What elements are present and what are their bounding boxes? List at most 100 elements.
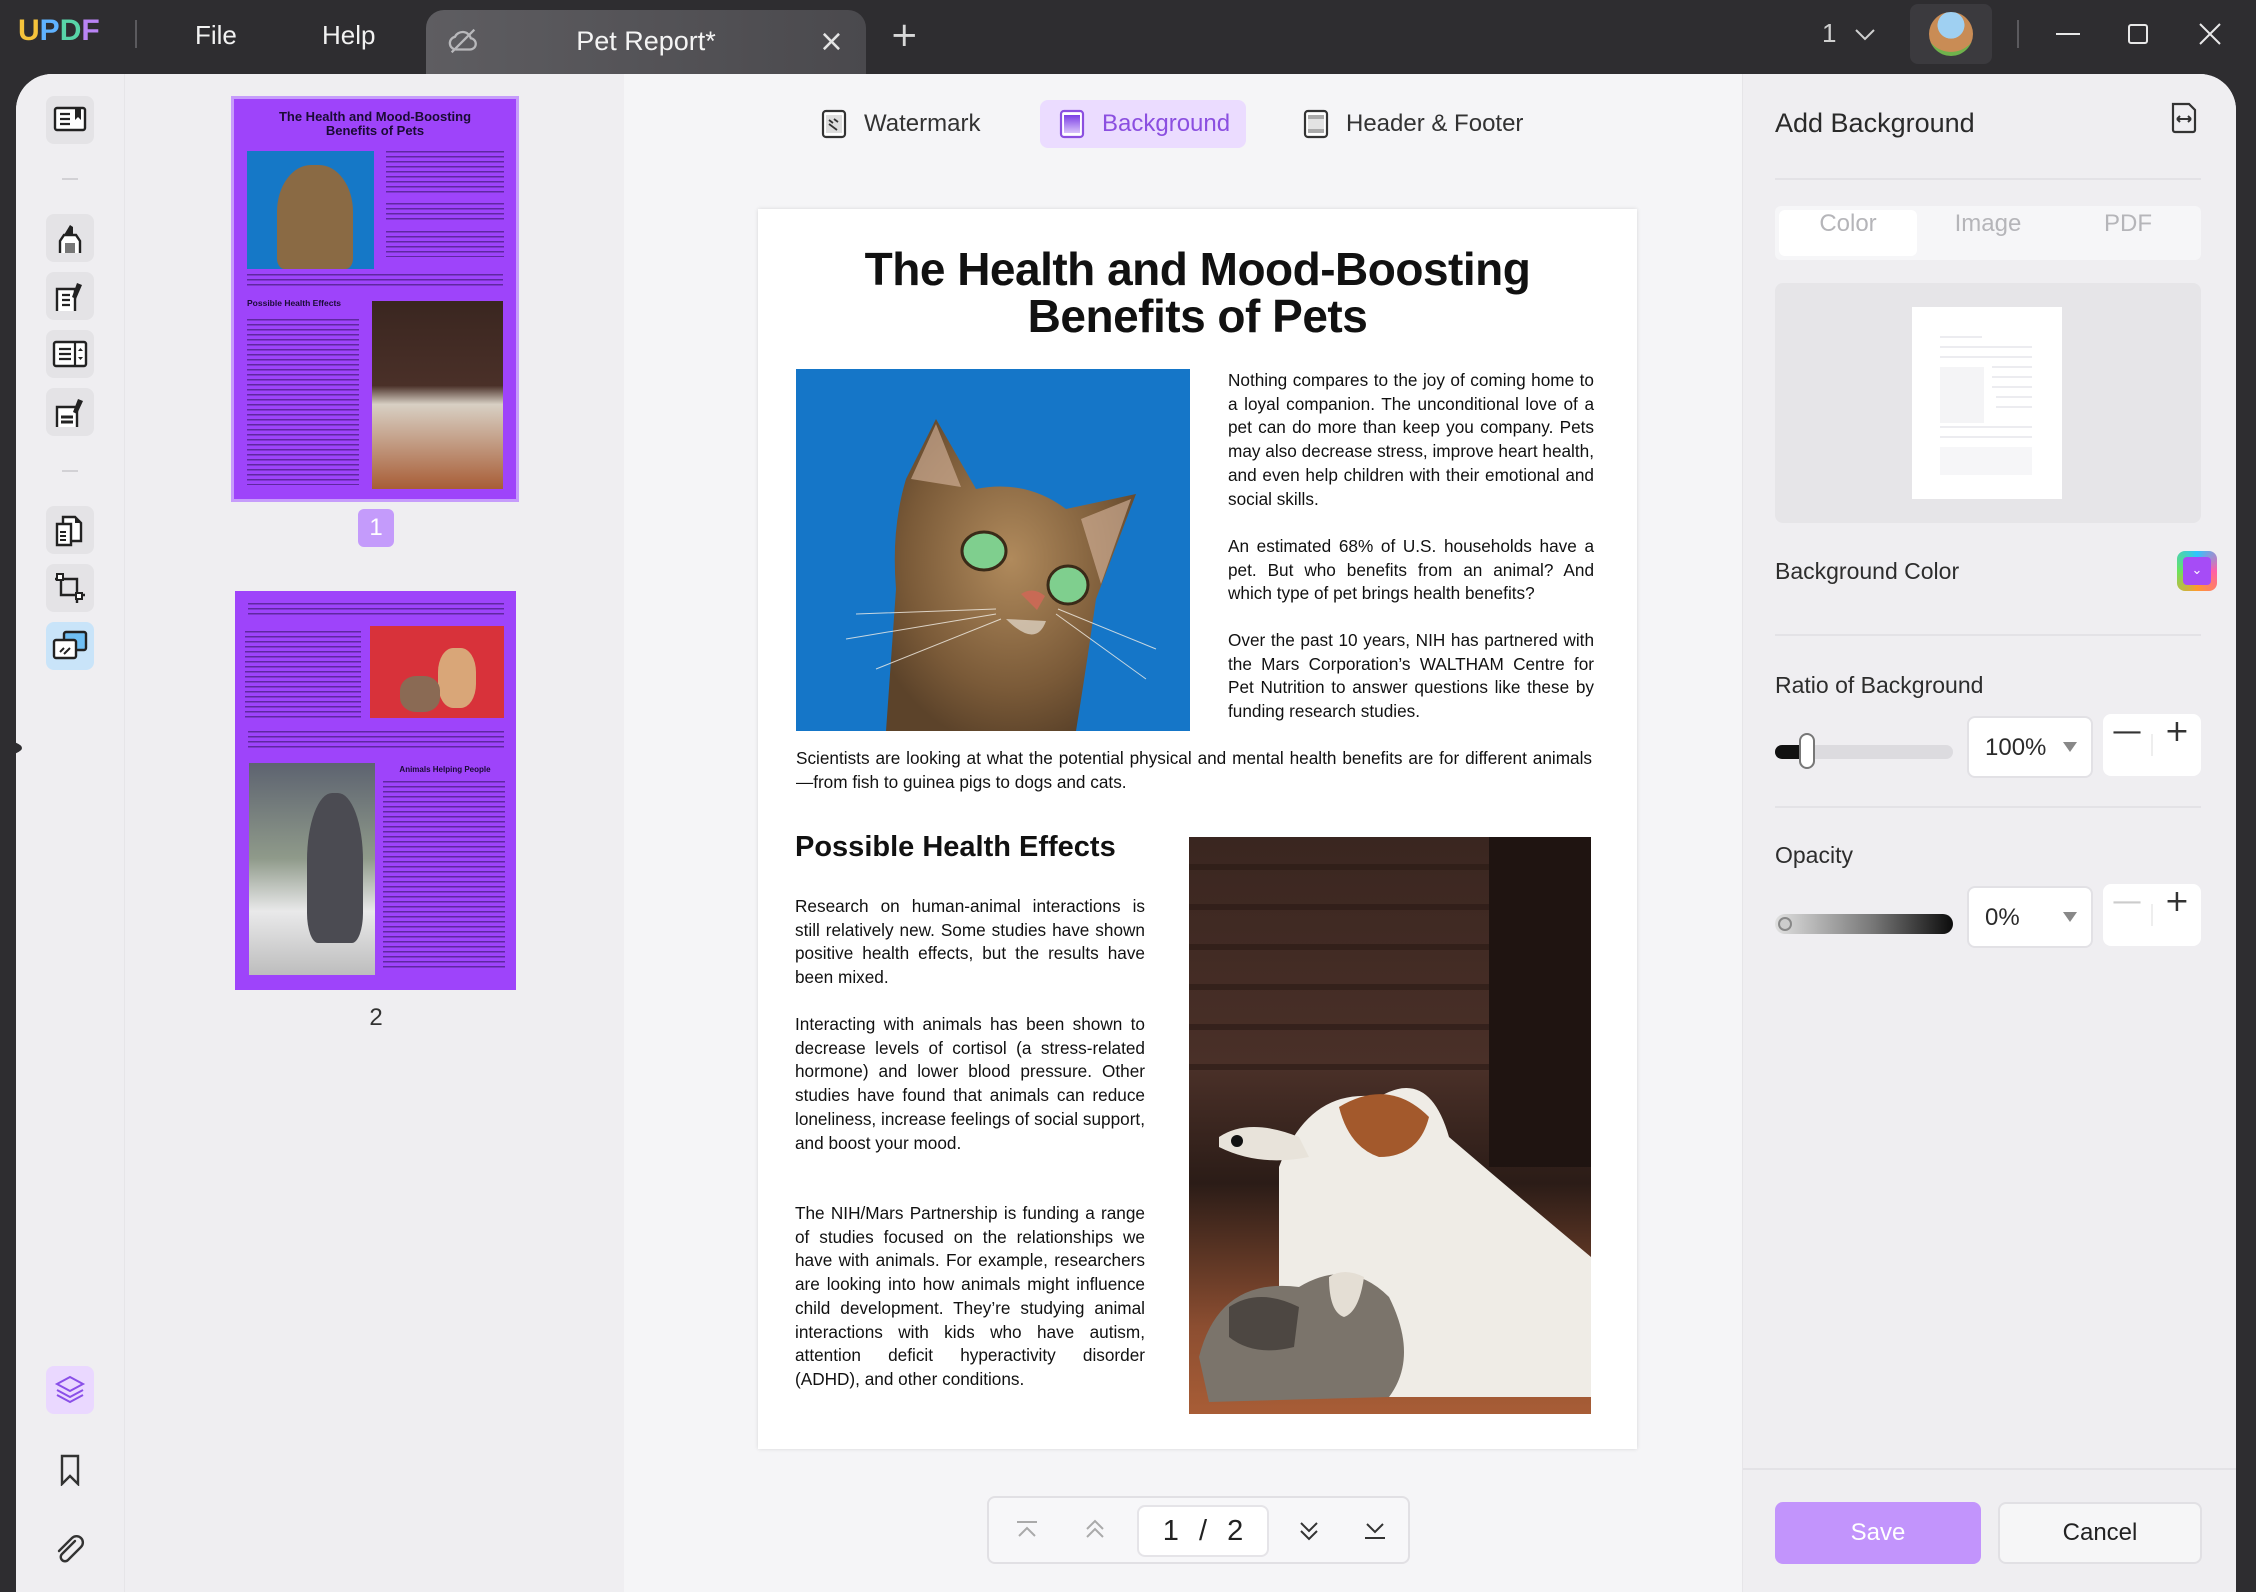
cat-photo: [796, 369, 1190, 731]
rail-collapse-handle[interactable]: [16, 728, 34, 768]
highlighter-icon: [58, 225, 82, 253]
tab-background[interactable]: Background: [1040, 100, 1247, 148]
previous-page-icon[interactable]: [1077, 1512, 1113, 1548]
section-heading: Possible Health Effects: [795, 831, 1116, 863]
rail-attachment-button[interactable]: [46, 1526, 94, 1574]
opacity-increase-button[interactable]: +: [2153, 884, 2201, 946]
close-tab-icon[interactable]: ×: [819, 24, 844, 59]
thumb-cat-image: [247, 151, 374, 269]
divider: [1775, 634, 2201, 636]
rail-edit-button[interactable]: [46, 272, 94, 320]
ratio-increase-button[interactable]: +: [2153, 714, 2201, 776]
source-tab-image[interactable]: Image: [1919, 210, 2057, 256]
source-tab-color[interactable]: Color: [1779, 210, 1917, 256]
document-tab[interactable]: Pet Report* ×: [426, 10, 866, 74]
menu-help[interactable]: Help: [322, 20, 375, 51]
dog-and-cat-photo: [1189, 837, 1591, 1414]
background-color-label: Background Color: [1775, 558, 1960, 584]
new-tab-button[interactable]: +: [890, 18, 919, 52]
background-icon: [1059, 109, 1085, 139]
thumb-dog-image: [372, 301, 503, 489]
page-number-input[interactable]: 1 / 2: [1137, 1505, 1269, 1557]
opacity-slider[interactable]: [1775, 914, 1953, 934]
background-color-picker[interactable]: ⌄: [2177, 551, 2217, 591]
watermark-icon: [821, 109, 847, 139]
cancel-button[interactable]: Cancel: [1998, 1502, 2202, 1564]
ratio-slider-thumb[interactable]: [1799, 733, 1815, 769]
logo-letter: F: [81, 14, 100, 47]
logo-letter: D: [59, 14, 82, 47]
current-page: 1: [1162, 1515, 1179, 1547]
panel-title: Add Background: [1775, 108, 1975, 138]
window-selector[interactable]: 1: [1822, 18, 1876, 49]
background-source-tabs: Color Image PDF: [1775, 206, 2201, 260]
rail-crop-button[interactable]: [46, 564, 94, 612]
rail-reader-button[interactable]: [46, 96, 94, 144]
section-paragraph-2: Interacting with animals has been shown …: [795, 1014, 1145, 1153]
ratio-label: Ratio of Background: [1775, 672, 1984, 698]
page-number-2[interactable]: 2: [346, 1004, 406, 1032]
tool-rail: [16, 74, 124, 1592]
section-paragraph-3: The NIH/Mars Partnership is funding a ra…: [795, 1203, 1145, 1389]
thumbnail-pane: The Health and Mood-Boosting Benefits of …: [124, 74, 624, 1592]
rail-sign-button[interactable]: [46, 388, 94, 436]
apply-to-pages-icon[interactable]: [2169, 100, 2199, 134]
thumb-text: [247, 274, 503, 286]
tab-watermark[interactable]: Watermark: [802, 100, 996, 148]
chevron-down-icon: ⌄: [2183, 557, 2211, 585]
rail-divider: [62, 178, 78, 180]
rail-page-tools-button[interactable]: [46, 622, 94, 670]
minimize-icon[interactable]: [2048, 14, 2088, 54]
account-button[interactable]: [1910, 4, 1992, 64]
background-preview: [1775, 283, 2201, 523]
total-pages: 2: [1227, 1515, 1244, 1547]
logo-letter: U: [18, 14, 40, 47]
cat-illustration: [845, 419, 1157, 731]
fill-sign-icon: [55, 399, 83, 427]
rail-divider: [62, 470, 78, 472]
first-page-icon[interactable]: [1009, 1512, 1045, 1548]
page-thumbnail-1[interactable]: The Health and Mood-Boosting Benefits of …: [231, 96, 519, 502]
rail-layers-button[interactable]: [46, 1366, 94, 1414]
ratio-stepper: — +: [2103, 714, 2201, 776]
thumb-text: [245, 631, 361, 721]
menu-file[interactable]: File: [195, 20, 237, 51]
thumb-cat2-image: [249, 763, 375, 975]
title-line-1: The Health and Mood-Boosting: [864, 243, 1531, 295]
rail-organize-button[interactable]: [46, 506, 94, 554]
rail-bookmark-button[interactable]: [46, 1446, 94, 1494]
paperclip-icon: [57, 1535, 84, 1563]
maximize-icon[interactable]: [2118, 14, 2158, 54]
close-window-icon[interactable]: [2190, 14, 2230, 54]
intro-paragraph-2: An estimated 68% of U.S. households have…: [1228, 536, 1594, 604]
ratio-slider[interactable]: [1775, 733, 1953, 769]
page-thumbnail-2[interactable]: Animals Helping People: [235, 591, 516, 990]
tab-header-footer[interactable]: Header & Footer: [1284, 100, 1539, 148]
updf-logo: UPDF: [18, 14, 100, 48]
form-icon: [52, 340, 88, 368]
avatar: [1929, 12, 1973, 56]
last-page-icon[interactable]: [1357, 1512, 1393, 1548]
divider: [135, 20, 137, 48]
reader-icon: [53, 106, 87, 132]
rail-comment-button[interactable]: [46, 214, 94, 262]
thumb-dogs-image: [370, 626, 504, 718]
caret-down-icon: [2063, 742, 2077, 752]
save-button[interactable]: Save: [1775, 1502, 1981, 1564]
page-number-badge-1[interactable]: 1: [358, 509, 394, 547]
opacity-slider-thumb[interactable]: [1778, 917, 1792, 931]
divider: [1775, 178, 2201, 180]
layers-icon: [54, 1375, 86, 1404]
app-window: The Health and Mood-Boosting Benefits of …: [16, 74, 2236, 1592]
rail-form-button[interactable]: [46, 330, 94, 378]
thumb-subheading: Animals Helping People: [399, 765, 491, 774]
next-page-icon[interactable]: [1291, 1512, 1327, 1548]
page-navigator: 1 / 2: [987, 1496, 1410, 1564]
opacity-dropdown[interactable]: 0%: [1967, 886, 2093, 948]
opacity-decrease-button[interactable]: —: [2103, 884, 2151, 946]
tab-label: Background: [1102, 110, 1231, 137]
ratio-dropdown[interactable]: 100%: [1967, 716, 2093, 778]
document-title: The Health and Mood-Boosting Benefits of…: [758, 246, 1637, 340]
source-tab-pdf[interactable]: PDF: [2059, 210, 2197, 256]
ratio-decrease-button[interactable]: —: [2103, 714, 2151, 776]
